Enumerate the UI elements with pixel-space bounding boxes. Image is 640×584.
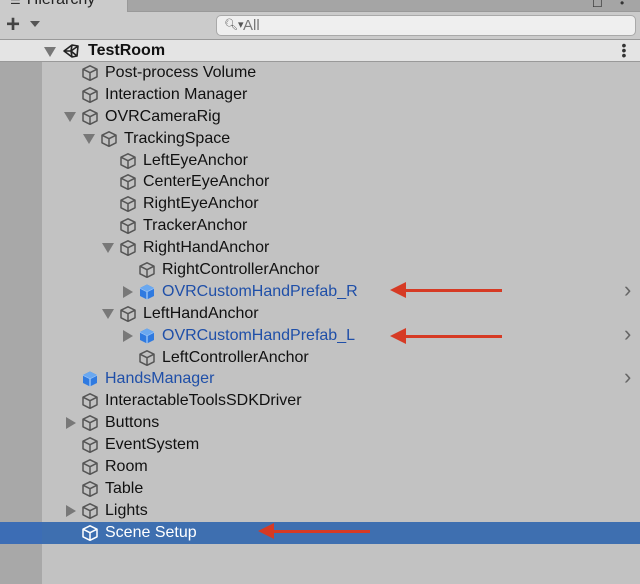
gameobject-cube-icon <box>81 108 99 126</box>
tree-row-label: Scene Setup <box>105 523 197 541</box>
fold-expanded-icon[interactable] <box>102 308 114 319</box>
fold-expanded-icon[interactable] <box>102 243 114 254</box>
tree-row[interactable]: Post-process Volume <box>0 62 640 84</box>
gameobject-cube-icon <box>81 502 99 520</box>
gameobject-cube-icon <box>119 173 137 191</box>
gameobject-cube-icon <box>138 261 156 279</box>
open-prefab-chevron-icon[interactable]: › <box>624 366 631 388</box>
tree-row-label: TrackingSpace <box>124 129 231 147</box>
tree-row-label: TrackerAnchor <box>143 217 248 235</box>
tree-row-label: HandsManager <box>105 370 215 388</box>
prefab-cube-icon <box>81 370 99 388</box>
tree-row[interactable]: CenterEyeAnchor <box>0 171 640 193</box>
gameobject-cube-icon <box>100 130 118 148</box>
gameobject-cube-icon <box>81 414 99 432</box>
open-prefab-chevron-icon[interactable]: › <box>624 278 631 300</box>
gameobject-cube-icon <box>119 152 137 170</box>
tree-row[interactable]: OVRCustomHandPrefab_R › <box>0 278 640 303</box>
search-icon[interactable]: 🔍︎▾ <box>224 18 244 31</box>
tree-row-label: CenterEyeAnchor <box>143 173 270 191</box>
tree-row-label: Lights <box>105 501 148 519</box>
tree-row[interactable]: TrackingSpace <box>0 128 640 150</box>
tree-row[interactable]: LeftControllerAnchor <box>0 347 640 369</box>
prefab-cube-icon <box>138 283 156 301</box>
scene-fold-arrow-icon[interactable] <box>44 47 56 57</box>
gameobject-cube-icon <box>81 480 99 498</box>
tree-row-label: RightControllerAnchor <box>162 261 320 279</box>
maximize-icon[interactable]: ☐ <box>592 0 603 10</box>
tree-row-label: OVRCustomHandPrefab_L <box>162 326 355 344</box>
gameobject-cube-icon <box>81 524 99 542</box>
tree-row-label: LeftControllerAnchor <box>162 348 309 366</box>
tree-row-label: RightHandAnchor <box>143 239 270 257</box>
tree-row-label: InteractableToolsSDKDriver <box>105 392 302 410</box>
tree-row[interactable]: OVRCameraRig <box>0 106 640 128</box>
gameobject-cube-icon <box>119 305 137 323</box>
open-prefab-chevron-icon[interactable]: › <box>624 322 631 344</box>
prefab-cube-icon <box>138 327 156 345</box>
tree-row[interactable]: LeftEyeAnchor <box>0 150 640 172</box>
tree-row-label: OVRCameraRig <box>105 107 221 125</box>
tree-row[interactable]: RightControllerAnchor <box>0 259 640 281</box>
gameobject-cube-icon <box>138 349 156 367</box>
gameobject-cube-icon <box>81 64 99 82</box>
tree-row[interactable]: RightHandAnchor <box>0 237 640 259</box>
tree-row-label: OVRCustomHandPrefab_R <box>162 282 358 300</box>
gameobject-cube-icon <box>81 436 99 454</box>
fold-collapsed-icon[interactable] <box>66 417 76 430</box>
fold-collapsed-icon[interactable] <box>66 504 76 517</box>
add-dropdown-caret-icon[interactable] <box>30 21 40 27</box>
fold-collapsed-icon[interactable] <box>123 285 133 298</box>
tree-row-label: RightEyeAnchor <box>143 195 259 213</box>
unity-scene-icon <box>63 44 79 58</box>
annotation-arrow-scene-setup <box>258 523 370 539</box>
selection-gutter <box>0 521 42 544</box>
tree-row[interactable]: TrackerAnchor <box>0 215 640 237</box>
tree-row[interactable]: Room <box>0 456 640 478</box>
tree-row-label: Interaction Manager <box>105 85 248 103</box>
tree-row-label: LeftEyeAnchor <box>143 151 248 169</box>
gameobject-cube-icon <box>119 217 137 235</box>
gameobject-cube-icon <box>81 458 99 476</box>
annotation-arrow-left-prefab <box>390 328 502 344</box>
scene-header-row[interactable]: TestRoom • • • <box>0 38 640 62</box>
scene-options-icon[interactable]: • • • <box>620 38 628 62</box>
hierarchy-list-icon: ☰ <box>10 0 21 7</box>
hierarchy-tree: Post-process Volume Interaction Manager OV… <box>0 62 640 544</box>
tree-row[interactable]: OVRCustomHandPrefab_L › <box>0 322 640 347</box>
fold-expanded-icon[interactable] <box>83 133 95 144</box>
tree-row[interactable]: Interaction Manager <box>0 84 640 106</box>
panel-titlebar: ☰ Hierarchy ☐ • <box>0 0 640 12</box>
panel-menu-icon[interactable]: • <box>620 0 624 10</box>
scene-name: TestRoom <box>88 42 166 59</box>
fold-collapsed-icon[interactable] <box>123 329 133 342</box>
gameobject-cube-icon <box>81 86 99 104</box>
gameobject-cube-icon <box>81 392 99 410</box>
tree-row[interactable]: LeftHandAnchor <box>0 303 640 325</box>
tree-row[interactable]: InteractableToolsSDKDriver <box>0 390 640 412</box>
gameobject-cube-icon <box>119 239 137 257</box>
annotation-arrow-right-prefab <box>390 282 502 298</box>
tree-row-label: Table <box>105 479 144 497</box>
search-input[interactable] <box>243 17 623 34</box>
fold-expanded-icon[interactable] <box>64 111 76 122</box>
tab-hierarchy-label: Hierarchy <box>27 0 95 8</box>
tree-row-label: EventSystem <box>105 436 200 454</box>
tree-row[interactable]: RightEyeAnchor <box>0 193 640 215</box>
tree-row[interactable]: Buttons <box>0 412 640 434</box>
search-field[interactable]: 🔍︎▾ <box>216 15 636 36</box>
tree-row[interactable]: Lights <box>0 500 640 522</box>
tree-row-label: LeftHandAnchor <box>143 304 259 322</box>
hierarchy-toolbar: + 🔍︎▾ <box>0 12 640 40</box>
tree-row[interactable]: HandsManager › <box>0 366 640 390</box>
tree-row[interactable]: Table <box>0 478 640 500</box>
tree-row-label: Buttons <box>105 414 160 432</box>
gameobject-cube-icon <box>119 195 137 213</box>
tree-row-label: Post-process Volume <box>105 64 257 81</box>
add-object-button[interactable]: + <box>6 13 20 37</box>
tree-row[interactable]: EventSystem <box>0 434 640 456</box>
tree-row-label: Room <box>105 458 148 476</box>
